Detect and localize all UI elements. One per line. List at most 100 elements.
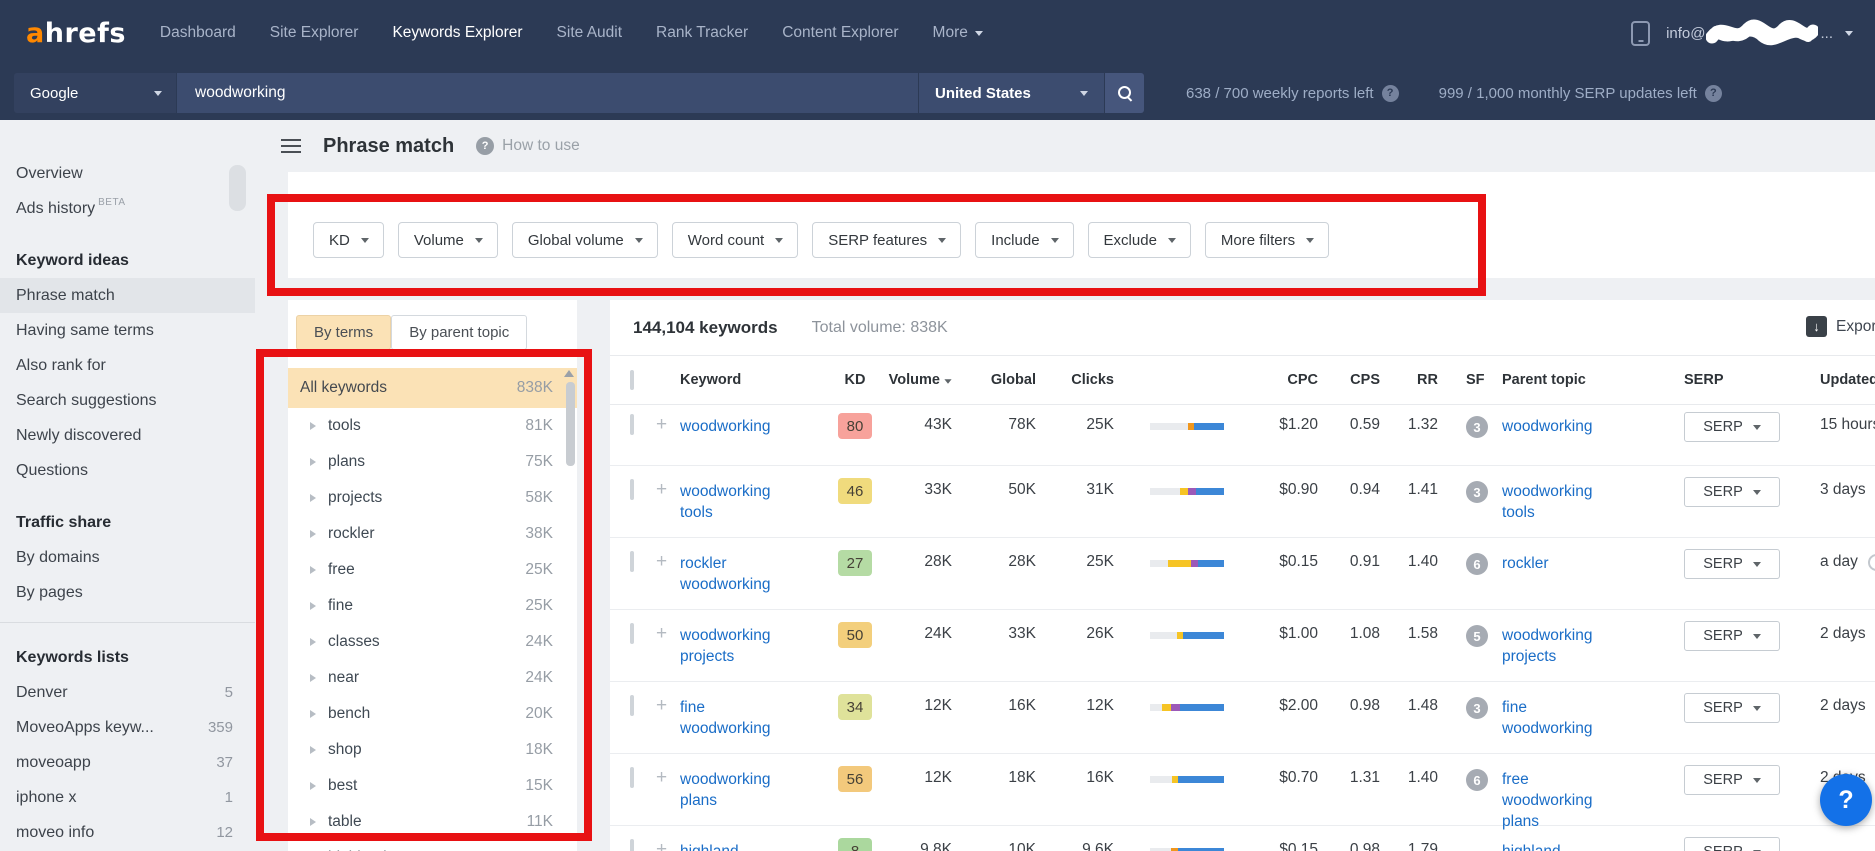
keyword-search-input[interactable] — [177, 84, 918, 102]
search-button[interactable] — [1104, 73, 1144, 113]
term-item-fine[interactable]: fine 25K — [288, 588, 577, 624]
device-icon[interactable] — [1631, 20, 1651, 46]
row-checkbox[interactable] — [630, 839, 634, 851]
nav-item-keywords-explorer[interactable]: Keywords Explorer — [392, 24, 522, 42]
row-checkbox[interactable] — [630, 767, 634, 788]
filter-more-filters[interactable]: More filters — [1204, 222, 1330, 258]
tab-by-parent-topic[interactable]: By parent topic — [391, 315, 528, 350]
col-header-rr[interactable]: RR — [1394, 372, 1452, 388]
term-item-plans[interactable]: plans 75K — [288, 444, 577, 480]
row-checkbox[interactable] — [630, 551, 634, 572]
keyword-link[interactable]: woodworking projects — [680, 625, 780, 667]
serp-dropdown-button[interactable]: SERP — [1684, 765, 1780, 795]
serp-dropdown-button[interactable]: SERP — [1684, 549, 1780, 579]
sidebar-item-iphone-x[interactable]: iphone x 1 — [0, 780, 269, 815]
sidebar-item-questions[interactable]: Questions — [0, 453, 269, 488]
col-header-parent-topic[interactable]: Parent topic — [1502, 372, 1684, 388]
parent-topic-link[interactable]: highland — [1502, 841, 1561, 851]
sidebar-item-moveoapps-keyw[interactable]: MoveoApps keyw... 359 — [0, 710, 269, 745]
term-all-keywords[interactable]: All keywords 838K — [288, 368, 577, 408]
country-select[interactable]: United States — [918, 73, 1104, 113]
keyword-link[interactable]: woodworking tools — [680, 481, 780, 523]
how-to-use-link[interactable]: ? How to use — [476, 137, 580, 155]
col-header-updated[interactable]: Updated — [1800, 372, 1875, 388]
serp-dropdown-button[interactable]: SERP — [1684, 412, 1780, 442]
col-header-volume[interactable]: Volume — [878, 372, 966, 388]
filter-word-count[interactable]: Word count — [671, 222, 799, 258]
parent-topic-link[interactable]: free woodworking plans — [1502, 769, 1620, 832]
term-item-near[interactable]: near 24K — [288, 660, 577, 696]
term-item-free[interactable]: free 25K — [288, 552, 577, 588]
add-to-list-icon[interactable]: + — [656, 839, 667, 851]
sidebar-item-moveoapp[interactable]: moveoapp 37 — [0, 745, 269, 780]
nav-item-dashboard[interactable]: Dashboard — [160, 24, 236, 42]
keyword-link[interactable]: rockler woodworking — [680, 553, 780, 595]
filter-volume[interactable]: Volume — [397, 222, 498, 258]
col-header-sf[interactable]: SF — [1452, 372, 1502, 388]
export-button[interactable]: ↓ Export — [1806, 316, 1875, 337]
sidebar-item-phrase-match[interactable]: Phrase match — [0, 278, 255, 313]
keyword-link[interactable]: woodworking plans — [680, 769, 780, 811]
add-to-list-icon[interactable]: + — [656, 479, 667, 500]
keyword-link[interactable]: fine woodworking — [680, 697, 780, 739]
parent-topic-link[interactable]: woodworking — [1502, 416, 1592, 437]
term-item-best[interactable]: best 15K — [288, 768, 577, 804]
term-item-highland[interactable]: highland11K — [288, 840, 577, 851]
sidebar-item-by-domains[interactable]: By domains — [0, 540, 269, 575]
scrollbar-thumb[interactable] — [566, 382, 575, 466]
parent-topic-link[interactable]: woodworking tools — [1502, 481, 1620, 523]
add-to-list-icon[interactable]: + — [656, 695, 667, 716]
term-item-projects[interactable]: projects 58K — [288, 480, 577, 516]
sidebar-item-having-same-terms[interactable]: Having same terms — [0, 313, 269, 348]
add-to-list-icon[interactable]: + — [656, 551, 667, 572]
keyword-link[interactable]: woodworking — [680, 416, 770, 437]
nav-item-site-audit[interactable]: Site Audit — [557, 24, 623, 42]
filter-global-volume[interactable]: Global volume — [511, 222, 658, 258]
term-item-classes[interactable]: classes 24K — [288, 624, 577, 660]
parent-topic-link[interactable]: fine woodworking — [1502, 697, 1620, 739]
scrollbar-thumb[interactable] — [229, 165, 246, 211]
col-header-keyword[interactable]: Keyword — [680, 372, 832, 388]
nav-item-content-explorer[interactable]: Content Explorer — [782, 24, 898, 42]
term-item-table[interactable]: table 11K — [288, 804, 577, 840]
add-to-list-icon[interactable]: + — [656, 623, 667, 644]
col-header-global[interactable]: Global — [966, 372, 1050, 388]
help-icon[interactable]: ? — [1381, 84, 1399, 102]
term-item-tools[interactable]: tools 81K — [288, 408, 577, 444]
sidebar-item-by-pages[interactable]: By pages — [0, 575, 269, 610]
add-to-list-icon[interactable]: + — [656, 414, 667, 435]
filter-kd[interactable]: KD — [313, 222, 384, 258]
ahrefs-logo[interactable]: ahrefs — [26, 18, 126, 49]
term-item-shop[interactable]: shop 18K — [288, 732, 577, 768]
term-item-bench[interactable]: bench 20K — [288, 696, 577, 732]
sidebar-item-newly-discovered[interactable]: Newly discovered — [0, 418, 269, 453]
col-header-serp[interactable]: SERP — [1684, 372, 1800, 388]
filter-exclude[interactable]: Exclude — [1087, 222, 1191, 258]
scroll-up-icon[interactable] — [564, 370, 574, 377]
row-checkbox[interactable] — [630, 695, 634, 716]
keyword-link[interactable]: highland — [680, 841, 739, 851]
filter-serp-features[interactable]: SERP features — [812, 222, 962, 258]
term-item-rockler[interactable]: rockler 38K — [288, 516, 577, 552]
sidebar-item-also-rank-for[interactable]: Also rank for — [0, 348, 269, 383]
row-checkbox[interactable] — [630, 623, 634, 644]
select-all-checkbox[interactable] — [630, 370, 634, 390]
nav-item-more[interactable]: More — [933, 24, 983, 42]
add-to-list-icon[interactable]: + — [656, 767, 667, 788]
col-header-cpc[interactable]: CPC — [1240, 372, 1332, 388]
search-engine-select[interactable]: Google — [14, 73, 176, 113]
menu-toggle-icon[interactable] — [281, 139, 301, 153]
parent-topic-link[interactable]: woodworking projects — [1502, 625, 1620, 667]
sidebar-item-denver[interactable]: Denver 5 — [0, 675, 269, 710]
serp-dropdown-button[interactable]: SERP — [1684, 837, 1780, 851]
help-icon[interactable]: ? — [1704, 84, 1722, 102]
tab-by-terms[interactable]: By terms — [296, 315, 392, 350]
help-bubble-button[interactable]: ? — [1820, 774, 1872, 826]
col-header-kd[interactable]: KD — [832, 372, 878, 388]
serp-dropdown-button[interactable]: SERP — [1684, 477, 1780, 507]
refresh-icon[interactable] — [1867, 553, 1875, 571]
sidebar-item-search-suggestions[interactable]: Search suggestions — [0, 383, 269, 418]
col-header-clicks[interactable]: Clicks — [1050, 372, 1128, 388]
nav-item-site-explorer[interactable]: Site Explorer — [270, 24, 359, 42]
row-checkbox[interactable] — [630, 414, 634, 435]
